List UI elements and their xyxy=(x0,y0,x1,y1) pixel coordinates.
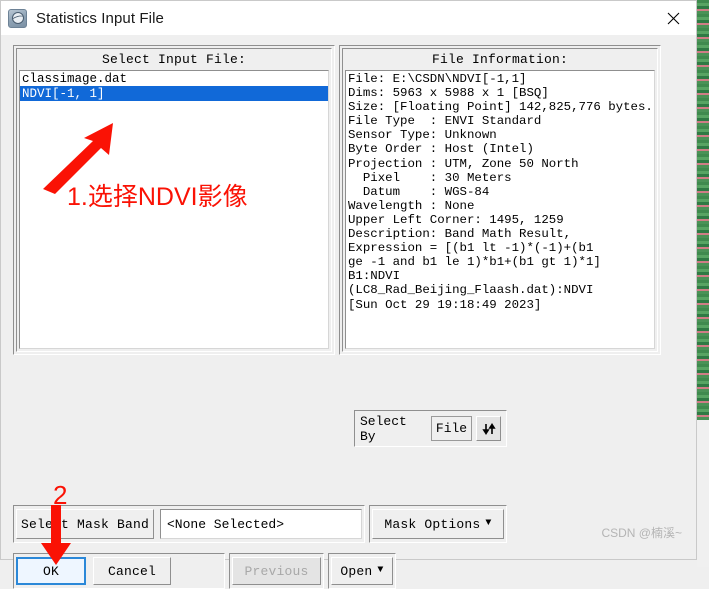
info-line: Upper Left Corner: 1495, 1259 xyxy=(348,212,564,227)
info-line: Byte Order : Host (Intel) xyxy=(348,142,534,157)
file-information-text: File: E:\CSDN\NDVI[-1,1] Dims: 5963 x 59… xyxy=(345,70,655,349)
cancel-button[interactable]: Cancel xyxy=(93,557,171,585)
file-information-title: File Information: xyxy=(431,52,569,67)
background-app-lower-area xyxy=(697,420,709,567)
csdn-watermark: CSDN @楠溪~ xyxy=(601,526,682,540)
open-button[interactable]: Open ▼ xyxy=(331,557,393,585)
info-line: Description: Band Math Result, xyxy=(348,227,572,242)
info-line: Pixel : 30 Meters xyxy=(348,170,512,185)
list-item[interactable]: NDVI[-1, 1] xyxy=(20,86,328,101)
info-line: Expression = [(b1 lt -1)*(-1)+(b1 xyxy=(348,241,594,256)
mask-options-label: Mask Options xyxy=(384,516,481,532)
select-input-file-title: Select Input File: xyxy=(101,52,247,67)
info-line: Projection : UTM, Zone 50 North xyxy=(348,156,579,171)
window-title: Statistics Input File xyxy=(36,9,164,27)
list-item[interactable]: classimage.dat xyxy=(20,71,328,86)
statistics-input-file-dialog: Statistics Input File Select Input File:… xyxy=(0,0,697,589)
open-group: Open ▼ xyxy=(328,553,396,589)
file-information-panel: File Information: File: E:\CSDN\NDVI[-1,… xyxy=(339,45,661,355)
ok-button[interactable]: OK xyxy=(16,557,86,585)
info-line: [Sun Oct 29 19:18:49 2023] xyxy=(348,297,542,312)
open-label: Open xyxy=(340,563,373,579)
ok-cancel-group: OK Cancel xyxy=(13,553,225,589)
info-line: File: E:\CSDN\NDVI[-1,1] xyxy=(348,72,527,86)
info-line: Datum : WGS-84 xyxy=(348,184,490,199)
info-line: Dims: 5963 x 5988 x 1 [BSQ] xyxy=(348,86,549,101)
annotation-step2-text: 2 xyxy=(53,480,68,510)
mask-options-group: Mask Options ▼ xyxy=(369,505,507,543)
info-line: Size: [Floating Point] 142,825,776 bytes… xyxy=(348,100,653,115)
previous-group: Previous xyxy=(229,553,324,589)
info-line: (LC8_Rad_Beijing_Flaash.dat):NDVI xyxy=(348,283,594,298)
annotation-step1-text: 1.选择NDVI影像 xyxy=(67,183,248,211)
chevron-down-icon: ▼ xyxy=(377,565,384,576)
select-by-value[interactable]: File xyxy=(430,416,473,441)
chevron-down-icon: ▼ xyxy=(485,518,492,529)
select-by-control: Select By File xyxy=(354,410,507,447)
envi-globe-icon xyxy=(8,8,27,28)
info-line: Sensor Type: Unknown xyxy=(348,128,497,143)
info-line: ge -1 and b1 le 1)*b1+(b1 gt 1)*1] xyxy=(348,255,601,270)
dialog-body: Select Input File: classimage.dat NDVI[-… xyxy=(1,35,696,589)
info-line: Wavelength : None xyxy=(348,198,475,213)
close-icon[interactable] xyxy=(650,1,696,35)
info-line: B1:NDVI xyxy=(348,269,401,284)
up-down-arrows-icon[interactable] xyxy=(476,416,501,441)
select-by-label: Select By xyxy=(360,413,407,444)
previous-button: Previous xyxy=(232,557,321,585)
title-bar: Statistics Input File xyxy=(1,1,696,35)
info-line: File Type : ENVI Standard xyxy=(348,114,542,129)
mask-options-button[interactable]: Mask Options ▼ xyxy=(372,509,504,539)
mask-band-value-field[interactable]: <None Selected> xyxy=(160,509,362,539)
select-mask-band-button[interactable]: Select Mask Band xyxy=(16,509,154,539)
